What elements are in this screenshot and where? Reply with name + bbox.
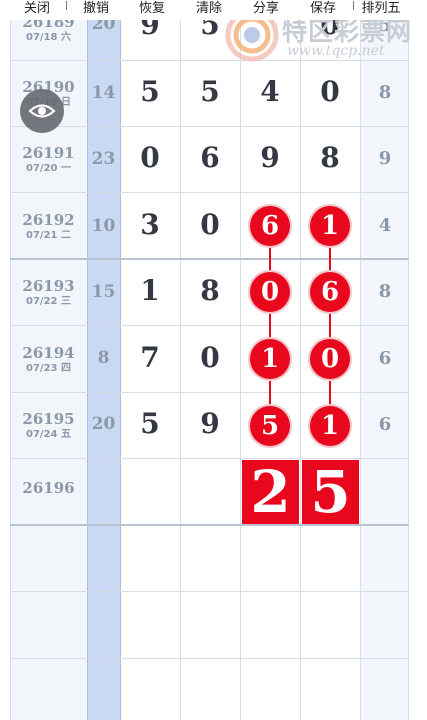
highlight-ball[interactable]: 5 — [250, 406, 290, 446]
issue-cell: 26194 07/23 四 — [10, 344, 87, 375]
grid-hline — [10, 325, 409, 326]
issue-number: 26191 — [22, 144, 75, 162]
issue-cell: 26193 07/22 三 — [10, 277, 87, 308]
lottery-type-button[interactable]: 排列五 — [356, 0, 406, 20]
grid-vline — [300, 0, 301, 720]
issue-date: 07/22 三 — [26, 296, 71, 307]
highlight-ball[interactable]: 6 — [310, 272, 350, 312]
digit-cell: 8 — [200, 274, 220, 307]
sum-value: 15 — [91, 282, 116, 302]
toolbar-separator — [353, 1, 354, 10]
sum-value: 20 — [91, 414, 116, 434]
highlight-ball[interactable]: 1 — [310, 206, 350, 246]
digit-cell: 9 — [200, 407, 220, 440]
trend-connector — [269, 226, 271, 427]
issue-date: 07/18 六 — [26, 32, 71, 43]
top-toolbar: 关闭 撤销 恢复 清除 分享 保存 排列五 — [0, 0, 427, 20]
issue-date: 07/23 四 — [26, 363, 71, 374]
prediction-box[interactable]: 2 — [242, 460, 299, 524]
issue-number: 26195 — [22, 410, 75, 428]
visibility-toggle-button[interactable] — [20, 89, 64, 133]
undo-button[interactable]: 撤销 — [74, 0, 118, 20]
highlight-ball[interactable]: 1 — [310, 406, 350, 446]
grid-hline — [10, 392, 409, 393]
clear-button[interactable]: 清除 — [186, 0, 232, 20]
issue-date: 07/24 五 — [26, 429, 71, 440]
digit-cell: 5 — [200, 75, 220, 108]
digit-cell: 0 — [320, 75, 340, 108]
issue-cell: 26195 07/24 五 — [10, 410, 87, 441]
sum-value: 23 — [91, 149, 116, 169]
span-value: 6 — [378, 348, 392, 369]
grid-vline — [240, 0, 241, 720]
span-value: 9 — [378, 148, 392, 169]
grid-hline — [10, 591, 409, 592]
issue-number: 26193 — [22, 277, 75, 295]
span-value: 4 — [378, 215, 392, 236]
grid-hline — [10, 126, 409, 127]
highlight-ball[interactable]: 0 — [250, 272, 290, 312]
issue-date: 07/20 一 — [26, 163, 71, 174]
issue-number: 26192 — [22, 211, 75, 229]
digit-cell: 0 — [200, 341, 220, 374]
highlight-ball[interactable]: 0 — [310, 339, 350, 379]
issue-number: 26196 — [22, 479, 75, 497]
toolbar-separator — [66, 1, 67, 10]
highlight-ball[interactable]: 6 — [250, 206, 290, 246]
digit-cell: 0 — [140, 141, 160, 174]
next-issue-cell: 26196 — [10, 479, 87, 497]
issue-cell: 26192 07/21 二 — [10, 211, 87, 242]
sum-value: 8 — [97, 348, 110, 368]
span-value: 8 — [378, 281, 392, 302]
grid-hline — [10, 258, 409, 260]
share-button[interactable]: 分享 — [243, 0, 289, 20]
highlight-ball[interactable]: 1 — [250, 339, 290, 379]
trend-connector — [329, 226, 331, 427]
trend-chart-grid: 26189 07/18 六 20 9 5 0 5 26190 07/19 日 1… — [0, 0, 427, 720]
span-value: 8 — [378, 82, 392, 103]
sum-value: 14 — [91, 83, 116, 103]
digit-cell: 7 — [140, 341, 160, 374]
watermark-url: www.tqcp.net — [287, 43, 385, 59]
digit-cell: 8 — [320, 141, 340, 174]
digit-cell: 4 — [260, 75, 280, 108]
digit-cell: 6 — [200, 141, 220, 174]
digit-cell: 9 — [260, 141, 280, 174]
save-button[interactable]: 保存 — [300, 0, 346, 20]
sum-value: 10 — [91, 216, 116, 236]
grid-hline — [10, 658, 409, 659]
digit-cell: 1 — [140, 274, 160, 307]
span-value: 6 — [378, 414, 392, 435]
issue-cell: 26191 07/20 一 — [10, 144, 87, 175]
digit-cell: 5 — [140, 75, 160, 108]
prediction-box[interactable]: 5 — [302, 460, 359, 524]
issue-number: 26194 — [22, 344, 75, 362]
digit-cell: 5 — [140, 407, 160, 440]
close-button[interactable]: 关闭 — [0, 0, 74, 20]
restore-button[interactable]: 恢复 — [129, 0, 175, 20]
grid-hline — [10, 192, 409, 193]
digit-cell: 3 — [140, 208, 160, 241]
eye-icon — [28, 104, 56, 118]
digit-cell: 0 — [200, 208, 220, 241]
issue-date: 07/21 二 — [26, 230, 71, 241]
